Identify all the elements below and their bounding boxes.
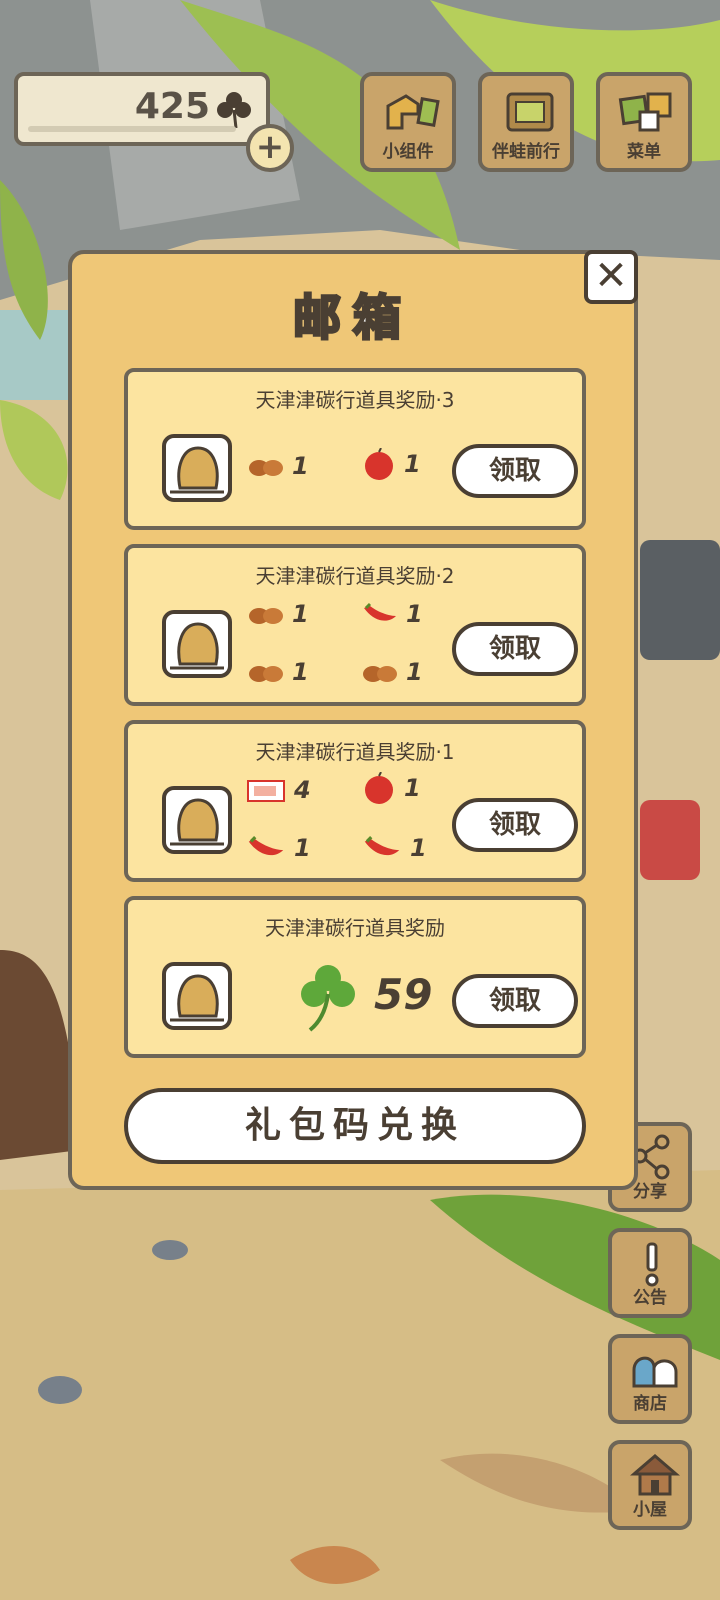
mailbox-title: 邮箱 [291,289,413,348]
claim-button[interactable]: 领取 [452,798,578,852]
reward-item: 1 [248,600,309,628]
chestnut-icon [249,666,283,682]
gift-code-button[interactable]: 礼包码兑换 [124,1088,586,1164]
chestnut-icon [249,608,283,624]
chili-icon [364,836,400,856]
mail-card: 天津津碳行道具奖励·3 1 1 领取 [124,368,586,530]
chili-icon [364,602,396,621]
reward-item: 1 [362,447,421,482]
clover-progress-bar [28,126,236,132]
clover-count: 425 [134,86,210,127]
reward-item: 1 [362,771,421,806]
chestnut-icon [363,666,397,682]
add-clover-button[interactable]: + [246,124,294,172]
mail-card: 天津津碳行道具奖励 59 领取 [124,896,586,1058]
reward-count: 59 [374,970,433,1019]
mail-title: 天津津碳行道具奖励 [265,916,445,940]
house-button-label: 小屋 [633,1500,667,1520]
notice-button-label: 公告 [633,1288,667,1308]
close-button[interactable]: ✕ [584,250,638,304]
widget-button-label: 小组件 [382,142,434,162]
reward-count: 1 [406,600,423,628]
mail-card: 天津津碳行道具奖励·2 1 1 1 1 领取 [124,544,586,706]
menu-button-label: 菜单 [627,142,661,162]
bell-icon [162,786,232,854]
reward-count: 4 [294,776,311,804]
clover-counter: 425 [14,72,270,146]
bell-icon [162,434,232,502]
mail-title: 天津津碳行道具奖励·3 [255,388,455,412]
chestnut-icon [249,460,283,476]
reward-count: 1 [292,658,309,686]
mail-title: 天津津碳行道具奖励·2 [255,564,455,588]
chili-icon [248,836,284,856]
reward-item: 1 [248,658,309,686]
reward-count: 1 [292,600,309,628]
clover-icon [298,962,358,1036]
journey-button[interactable]: 伴蛙前行 [478,72,574,172]
reward-item: 1 [362,600,423,628]
claim-button[interactable]: 领取 [452,974,578,1028]
reward-count: 1 [410,834,427,862]
bell-icon [162,610,232,678]
reward-count: 1 [294,834,311,862]
shop-button-label: 商店 [633,1394,667,1414]
apple-icon [365,771,393,804]
reward-count: 1 [406,658,423,686]
reward-item: 1 [362,658,423,686]
menu-button[interactable]: 菜单 [596,72,692,172]
notice-button[interactable]: 公告 [608,1228,692,1318]
shop-button[interactable]: 商店 [608,1334,692,1424]
reward-count: 1 [404,450,421,478]
journey-icon [500,88,560,142]
reward-item: 4 [246,776,311,804]
ticket-icon [247,780,285,802]
widget-button[interactable]: 小组件 [360,72,456,172]
widget-icon [382,88,442,142]
mail-title: 天津津碳行道具奖励·1 [255,740,455,764]
reward-count: 1 [404,774,421,802]
journey-button-label: 伴蛙前行 [492,142,560,162]
claim-button[interactable]: 领取 [452,444,578,498]
claim-button[interactable]: 领取 [452,622,578,676]
reward-count: 1 [292,452,309,480]
apple-icon [365,447,393,480]
menu-icon [618,88,678,142]
bell-icon [162,962,232,1030]
mailbox-panel: 邮箱 天津津碳行道具奖励·3 1 1 领取 天津津碳行道具奖励·2 1 1 1 … [68,250,638,1190]
reward-item: 1 [248,452,309,480]
reward-item: 1 [246,834,311,863]
house-button[interactable]: 小屋 [608,1440,692,1530]
mail-card: 天津津碳行道具奖励·1 4 1 1 1 领取 [124,720,586,882]
reward-item: 1 [362,834,427,863]
